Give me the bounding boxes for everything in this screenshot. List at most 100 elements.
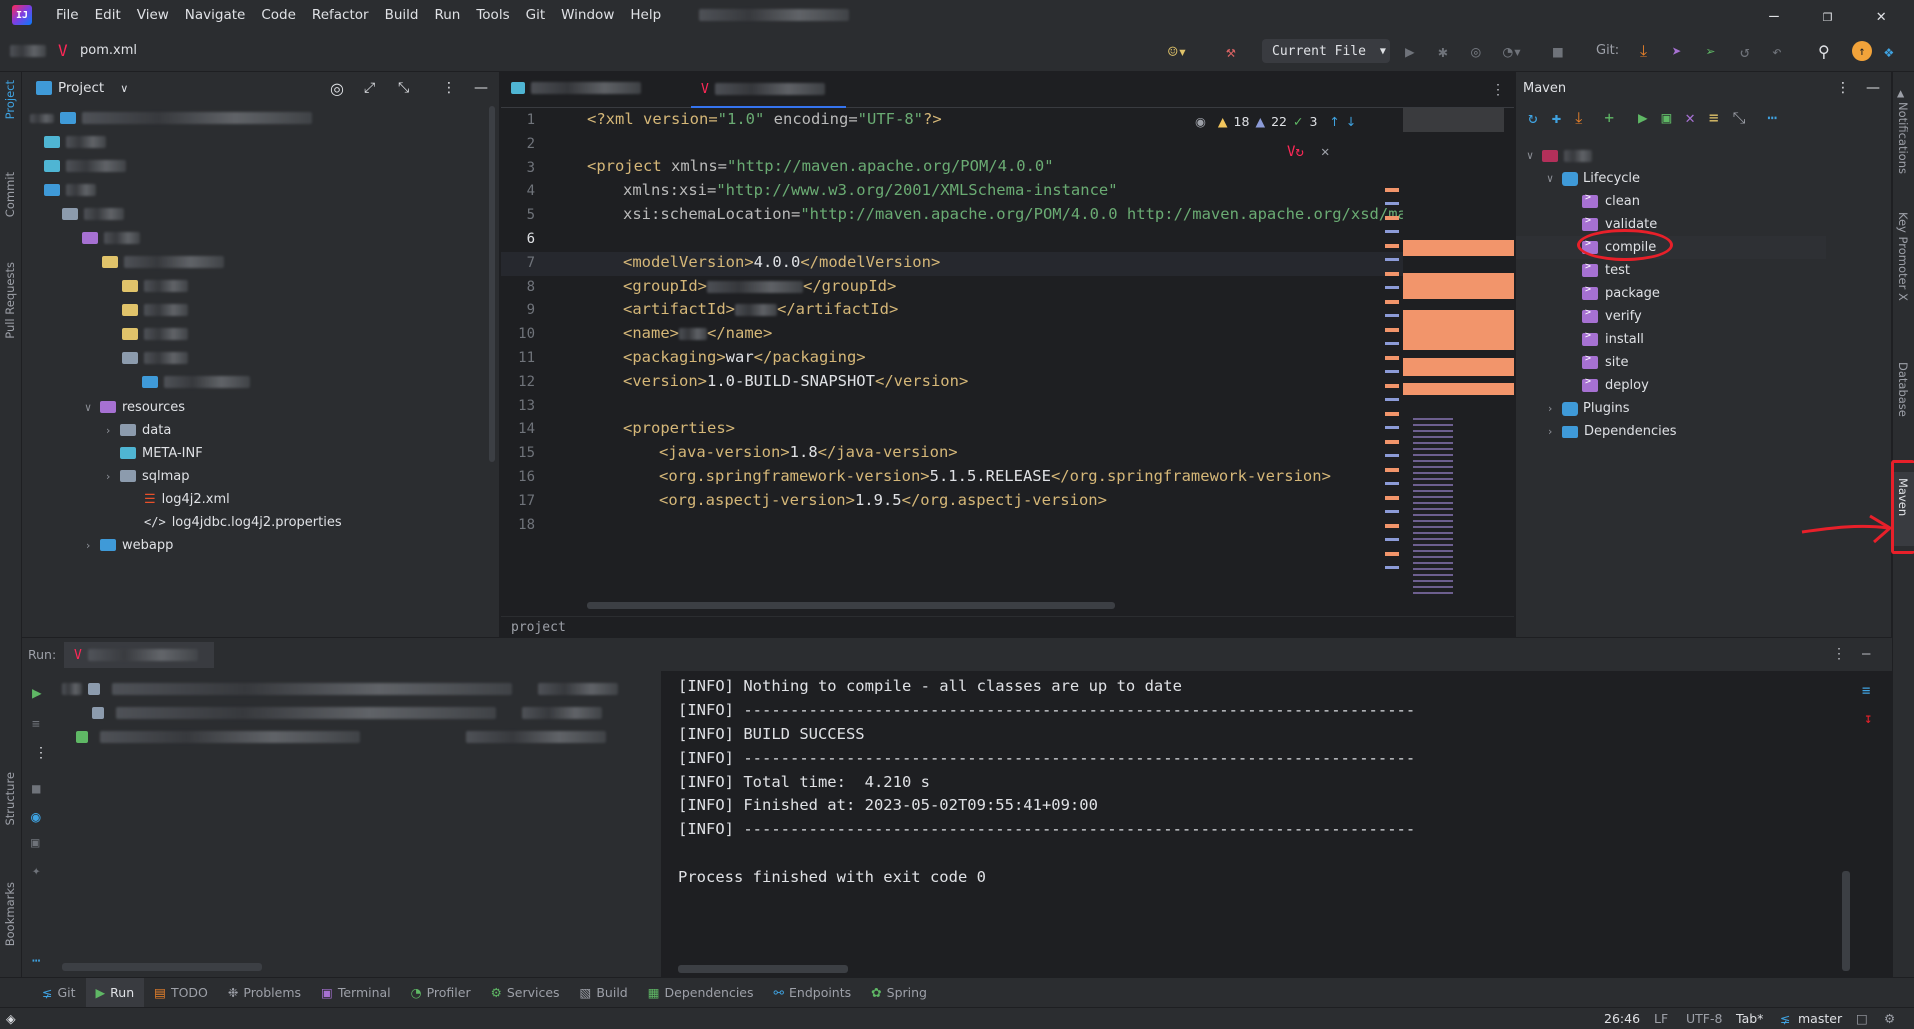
inspection-widget[interactable]: ◉ ▲ 18 ▲ 22 ✓ 3 ↑ ↓: [1195, 114, 1356, 129]
more-options-icon[interactable]: ⋮: [442, 80, 456, 96]
tree-row-redacted[interactable]: [142, 370, 250, 394]
execute-goal-icon[interactable]: ▣: [1662, 108, 1672, 128]
tool-pull-requests[interactable]: Pull Requests: [3, 262, 17, 339]
run-icon[interactable]: ▶: [1405, 38, 1415, 64]
locate-icon[interactable]: ◎: [330, 79, 344, 98]
expand-all-icon[interactable]: ⤢: [364, 80, 375, 96]
indent-setting[interactable]: Tab*: [1736, 1011, 1763, 1026]
menu-build[interactable]: Build: [377, 7, 427, 23]
tree-row-redacted[interactable]: [122, 274, 188, 298]
git-rollback-icon[interactable]: ↶: [1772, 38, 1782, 64]
console-v-scrollbar[interactable]: [1842, 871, 1850, 971]
layers-icon[interactable]: ◈: [6, 1011, 16, 1026]
tab-profiler[interactable]: ◔ Profiler: [401, 978, 481, 1008]
tree-row-redacted[interactable]: [44, 130, 106, 154]
editor-h-scrollbar[interactable]: [587, 602, 1115, 609]
tab-run[interactable]: ▶ Run: [85, 977, 145, 1008]
tool-bookmarks[interactable]: Bookmarks: [3, 882, 17, 946]
debug-icon[interactable]: ✱: [1438, 38, 1448, 64]
project-scrollbar[interactable]: [489, 106, 495, 462]
run-tree-scrollbar[interactable]: [62, 963, 262, 971]
tool-commit[interactable]: Commit: [3, 172, 17, 217]
hide-panel-icon[interactable]: —: [474, 80, 488, 96]
menu-navigate[interactable]: Navigate: [177, 7, 254, 23]
scroll-to-end-icon[interactable]: ↧: [1864, 711, 1872, 727]
menu-tools[interactable]: Tools: [468, 7, 517, 23]
hide-panel-icon[interactable]: —: [1866, 80, 1880, 96]
rerun-icon[interactable]: ▶: [32, 683, 42, 702]
stop-icon[interactable]: ■: [32, 781, 40, 797]
bell-icon[interactable]: ▲: [1897, 86, 1904, 100]
tree-row-resources[interactable]: ∨ resources: [80, 395, 185, 419]
chevron-right-icon[interactable]: ›: [1542, 425, 1558, 438]
profile-icon[interactable]: ◔▾: [1503, 38, 1522, 64]
menu-help[interactable]: Help: [622, 7, 669, 23]
collapse-all-icon[interactable]: ⤡: [1733, 108, 1746, 128]
maven-lifecycle[interactable]: ∨ Lifecycle: [1542, 167, 1640, 190]
update-available-icon[interactable]: ↑: [1852, 41, 1872, 61]
breadcrumb[interactable]: project: [501, 616, 1514, 637]
console-output[interactable]: [INFO] Nothing to compile - all classes …: [662, 671, 1892, 977]
tree-row-redacted[interactable]: [102, 250, 224, 274]
tab-endpoints[interactable]: ⚯ Endpoints: [764, 978, 862, 1008]
minimize-icon[interactable]: –: [1769, 6, 1779, 25]
goal-install[interactable]: install: [1582, 328, 1644, 351]
run-tree-row-redacted[interactable]: [62, 683, 618, 695]
tab-dependencies[interactable]: ▦ Dependencies: [638, 978, 764, 1008]
tab-todo[interactable]: ▤ TODO: [144, 978, 218, 1008]
tree-row-log4jdbc-properties[interactable]: </> log4jdbc.log4j2.properties: [144, 510, 342, 534]
project-panel-title[interactable]: Project: [58, 80, 104, 96]
goal-clean[interactable]: clean: [1582, 190, 1640, 213]
goal-package[interactable]: package: [1582, 282, 1660, 305]
tree-row-redacted[interactable]: [122, 346, 188, 370]
tree-row-root[interactable]: [30, 106, 312, 130]
soft-wrap-icon[interactable]: ≡: [1862, 683, 1870, 699]
intellij-logo-icon[interactable]: IJ: [12, 5, 32, 25]
editor-tab-redacted[interactable]: [511, 82, 641, 94]
tab-git[interactable]: ⪇ Git: [32, 978, 86, 1008]
coverage-icon[interactable]: ◎: [1471, 38, 1481, 64]
chevron-right-icon[interactable]: ›: [1542, 402, 1558, 415]
more-options-icon[interactable]: ⋮: [1836, 80, 1850, 96]
tree-row-meta-inf[interactable]: META-INF: [120, 441, 203, 465]
goal-verify[interactable]: verify: [1582, 305, 1642, 328]
goal-site[interactable]: site: [1582, 351, 1628, 374]
menu-code[interactable]: Code: [253, 7, 304, 23]
reader-mode-icon[interactable]: ◉: [1195, 114, 1206, 129]
current-file-crumb[interactable]: pom.xml: [80, 43, 137, 58]
line-separator[interactable]: LF: [1654, 1011, 1668, 1026]
tool-key-promoter[interactable]: Key Promoter X: [1896, 212, 1910, 301]
code-minimap[interactable]: [1385, 108, 1514, 616]
collapse-all-icon[interactable]: ⤡: [398, 80, 409, 96]
lock-icon[interactable]: □: [1856, 1011, 1868, 1026]
chevron-right-icon[interactable]: ›: [80, 539, 96, 552]
tree-row-redacted[interactable]: [44, 154, 126, 178]
maven-plugins[interactable]: › Plugins: [1542, 397, 1630, 420]
maven-reload-icon[interactable]: V↻: [1287, 144, 1304, 160]
chevron-down-icon[interactable]: ∨: [1522, 149, 1538, 162]
code-editor[interactable]: 1 2 3 4 5 6 7 8 9 10 11 12 13 14 15 16 17 18 ◉ ▲ 18 ▲ 22 ✓ 3…: [501, 108, 1514, 616]
run-config-select[interactable]: Current File ▼: [1262, 39, 1390, 63]
more-tabs-icon[interactable]: ⋮: [1491, 82, 1505, 98]
tree-row-redacted[interactable]: [44, 178, 96, 202]
settings-icon[interactable]: ⚙: [1884, 1011, 1895, 1026]
tree-row-redacted[interactable]: [82, 226, 140, 250]
git-update-icon[interactable]: ⤓: [1640, 38, 1647, 64]
tab-problems[interactable]: ❉ Problems: [218, 978, 311, 1008]
hide-panel-icon[interactable]: —: [1862, 646, 1870, 662]
tab-services[interactable]: ⚙ Services: [481, 978, 570, 1008]
goal-test[interactable]: test: [1582, 259, 1630, 282]
editor-tab-pom[interactable]: V: [691, 72, 846, 108]
search-icon[interactable]: ⚲: [1818, 38, 1830, 64]
tool-database[interactable]: Database: [1896, 362, 1910, 417]
menu-file[interactable]: File: [48, 7, 87, 23]
skip-tests-icon[interactable]: ✕: [1685, 108, 1695, 128]
tree-row-data[interactable]: › data: [100, 418, 172, 442]
chevron-right-icon[interactable]: ›: [100, 470, 116, 483]
menu-git[interactable]: Git: [518, 7, 554, 23]
close-notice-icon[interactable]: ✕: [1321, 144, 1329, 160]
tab-terminal[interactable]: ▣ Terminal: [311, 978, 401, 1008]
eye-icon[interactable]: ◉: [31, 807, 41, 826]
tree-row-webapp[interactable]: › webapp: [80, 533, 174, 557]
more-options-icon[interactable]: ⋮: [1832, 646, 1846, 662]
